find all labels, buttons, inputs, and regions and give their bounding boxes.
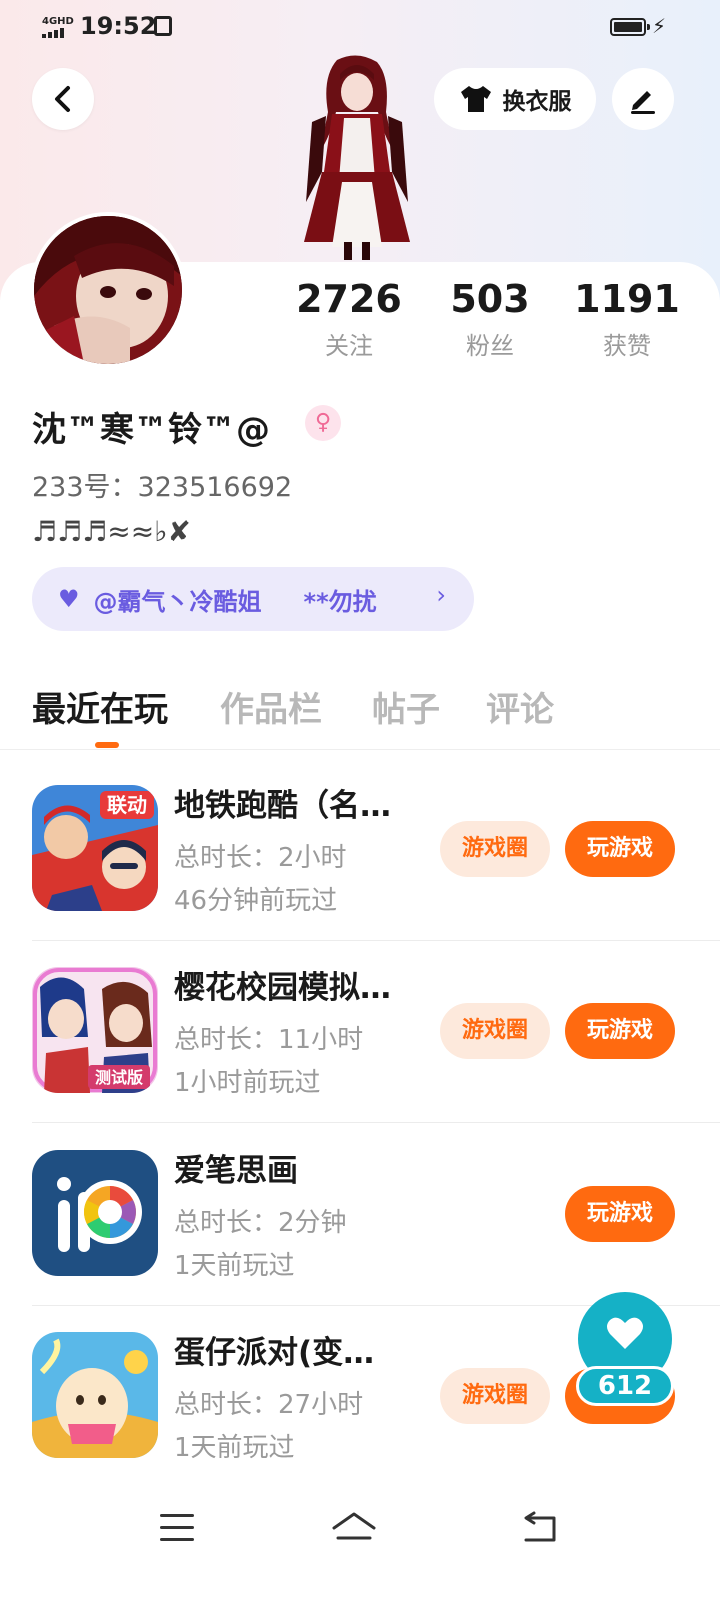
game-title: 爱笔思画	[174, 1153, 298, 1189]
followers-count: 503	[450, 277, 530, 321]
following-label: 关注	[325, 332, 373, 360]
game-circle-button[interactable]: 游戏圈	[440, 821, 550, 877]
followers-label: 粉丝	[466, 332, 514, 360]
status-bar: 4GHD 19:52 ⚡	[0, 0, 720, 56]
game-circle-button[interactable]: 游戏圈	[440, 1003, 550, 1059]
game-icon[interactable]: 联动	[32, 785, 158, 911]
play-game-button[interactable]: 玩游戏	[565, 1003, 675, 1059]
back-button[interactable]	[32, 68, 94, 130]
bio: ♬♬♬≈≈♭✘	[32, 515, 191, 548]
game-icon[interactable]	[32, 1332, 158, 1458]
change-outfit-button[interactable]: 换衣服	[434, 68, 596, 130]
tshirt-icon	[460, 86, 491, 112]
game-row[interactable]: 测试版 樱花校园模拟… 总时长：11小时 1小时前玩过 游戏圈 玩游戏	[32, 967, 720, 1149]
tab-divider	[0, 749, 720, 750]
tab-indicator	[95, 742, 119, 748]
game-duration: 总时长：27小时	[174, 1390, 364, 1420]
game-duration: 总时长：11小时	[174, 1025, 364, 1055]
play-game-button[interactable]: 玩游戏	[565, 821, 675, 877]
game-circle-button[interactable]: 游戏圈	[440, 1368, 550, 1424]
heart-icon	[607, 1317, 643, 1349]
play-game-button[interactable]: 玩游戏	[565, 1186, 675, 1242]
game-title: 蛋仔派对(变…	[174, 1335, 375, 1371]
game-last-played: 1天前玩过	[174, 1251, 295, 1281]
status-time: 19:52	[80, 12, 157, 40]
back-nav-icon[interactable]	[520, 1510, 558, 1544]
signal-icon: 4GHD	[42, 16, 76, 40]
battery-icon	[610, 18, 650, 36]
tab-posts[interactable]: 帖子	[372, 682, 440, 731]
game-duration: 总时长：2分钟	[174, 1208, 347, 1238]
avatar-character-image[interactable]	[282, 52, 432, 262]
tab-recently-played[interactable]: 最近在玩	[32, 682, 168, 731]
change-outfit-label: 换衣服	[502, 89, 572, 115]
charging-icon: ⚡	[652, 14, 667, 38]
icon-badge-text: 测试版	[95, 1068, 143, 1087]
likes-count: 1191	[574, 277, 680, 321]
game-row[interactable]: 联动 地铁跑酷（名… 总时长：2小时 46分钟前玩过 游戏圈 玩游戏	[32, 785, 720, 967]
home-icon[interactable]	[330, 1508, 378, 1548]
tag-note: **勿扰	[303, 587, 377, 616]
game-last-played: 46分钟前玩过	[174, 886, 338, 916]
avatar[interactable]	[30, 212, 186, 368]
tab-comments[interactable]: 评论	[486, 682, 554, 731]
icon-badge-text: 联动	[107, 793, 147, 817]
game-title: 樱花校园模拟…	[174, 970, 391, 1006]
tab-works[interactable]: 作品栏	[220, 682, 322, 731]
username: 沈™寒™铃™@	[32, 410, 270, 450]
back-arrow-icon	[55, 86, 70, 112]
edit-pen-icon	[631, 91, 655, 114]
game-icon[interactable]: 测试版	[32, 967, 158, 1093]
edit-profile-button[interactable]	[612, 68, 674, 130]
chevron-right-icon: ›	[436, 581, 446, 609]
nfc-icon	[154, 16, 172, 36]
user-id: 233号：323516692	[32, 472, 293, 503]
row-divider	[32, 940, 720, 941]
like-count: 612	[576, 1366, 674, 1406]
game-icon[interactable]	[32, 1150, 158, 1276]
game-duration: 总时长：2小时	[174, 843, 347, 873]
following-count: 2726	[296, 277, 402, 321]
network-type: 4GHD	[42, 16, 74, 27]
game-title: 地铁跑酷（名…	[174, 788, 391, 824]
tag-name: @霸气丶冷酷姐	[93, 587, 262, 616]
menu-icon[interactable]	[160, 1514, 194, 1542]
row-divider	[32, 1122, 720, 1123]
relationship-tag[interactable]: ♥ @霸气丶冷酷姐 **勿扰 ›	[32, 567, 474, 631]
stat-following[interactable]: 2726 关注	[279, 276, 419, 361]
stat-likes[interactable]: 1191 获赞	[557, 276, 697, 361]
likes-label: 获赞	[603, 332, 651, 360]
heart-icon: ♥	[58, 585, 80, 613]
game-last-played: 1小时前玩过	[174, 1068, 321, 1098]
female-gender-icon: ♀	[305, 405, 341, 441]
stat-followers[interactable]: 503 粉丝	[420, 276, 560, 361]
game-last-played: 1天前玩过	[174, 1433, 295, 1463]
